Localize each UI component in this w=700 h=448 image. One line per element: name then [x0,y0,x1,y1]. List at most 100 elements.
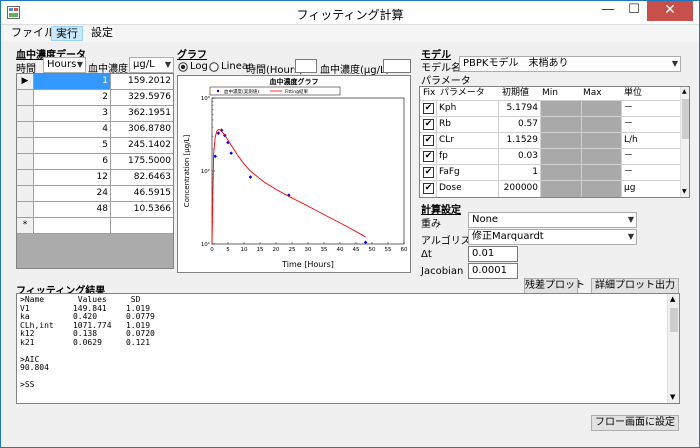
weight-select[interactable]: None ▼ [468,212,637,228]
conc-cell[interactable]: 46.5915 [111,186,173,202]
param-init-cell[interactable]: 200000 [499,181,541,197]
row-header[interactable]: * [17,218,34,234]
row-header[interactable] [17,154,34,170]
results-textarea[interactable]: >Name Values SD V1 149.841 1.019 ka 0.42… [16,293,680,404]
conc-cell[interactable]: 10.5366 [111,202,173,218]
close-button[interactable]: ✕ [647,1,693,21]
param-min-cell[interactable] [541,181,582,197]
conc-cell[interactable]: 159.2012 [111,74,173,90]
param-init-cell[interactable]: 1 [499,165,541,181]
conc-cell[interactable]: 175.5000 [111,154,173,170]
fix-checkbox[interactable]: ✔ [423,103,434,114]
param-max-cell[interactable] [582,165,622,181]
table-row[interactable]: 6 175.5000 [17,154,173,170]
param-row[interactable]: ✔ Kph 5.1794 － [420,100,680,117]
row-header[interactable] [17,106,34,122]
scroll-up-icon[interactable]: ▲ [670,295,675,303]
param-min-cell[interactable] [541,165,582,181]
row-header[interactable] [17,202,34,218]
fix-checkbox[interactable]: ✔ [423,135,434,146]
menu-run[interactable]: 実行 [51,26,83,41]
log-radio[interactable] [178,62,188,72]
conc-cell[interactable] [111,218,173,234]
row-header[interactable] [17,170,34,186]
time-unit-select[interactable]: Hours ▼ [43,57,86,73]
param-min-cell[interactable] [541,133,582,149]
fix-checkbox[interactable]: ✔ [423,183,434,194]
fix-cell[interactable]: ✔ [420,117,437,133]
param-max-cell[interactable] [582,181,622,197]
row-header[interactable] [17,122,34,138]
params-scroll-thumb[interactable] [682,99,689,139]
fix-cell[interactable]: ✔ [420,149,437,165]
results-scroll-thumb[interactable] [670,308,678,332]
table-row[interactable]: ▶ 1 159.2012 [17,74,173,90]
fix-checkbox[interactable]: ✔ [423,151,434,162]
time-cell[interactable]: 12 [34,170,111,186]
param-row[interactable]: ✔ CLr 1.1529 L/h [420,132,680,149]
row-header[interactable]: ▶ [17,74,34,90]
table-row[interactable]: 48 10.5366 [17,202,173,218]
conc-unit-select[interactable]: μg/L ▼ [129,57,174,73]
row-header[interactable] [17,90,34,106]
param-init-cell[interactable]: 1.1529 [499,133,541,149]
params-scrollbar[interactable]: ▲ ▼ [680,87,689,197]
params-grid[interactable]: Fix パラメータ 初期値 Min Max 単位 ✔ Kph 5.1794 － ✔ Rb 0… [419,86,690,198]
row-header[interactable] [17,186,34,202]
param-row[interactable]: ✔ Rb 0.57 － [420,116,680,133]
table-row[interactable]: 12 82.6463 [17,170,173,186]
jacobian-input[interactable]: 0.0001 [468,263,518,279]
table-row[interactable]: 4 306.8780 [17,122,173,138]
title-bar[interactable]: フィッティング計算 — ☐ ✕ [1,1,699,25]
conc-cell[interactable]: 245.1402 [111,138,173,154]
fix-cell[interactable]: ✔ [420,101,437,117]
time-cell[interactable]: 3 [34,106,111,122]
algo-select[interactable]: 修正Marquardt ▼ [468,229,637,245]
param-init-cell[interactable]: 0.57 [499,117,541,133]
time-cell[interactable]: 5 [34,138,111,154]
conc-cell[interactable]: 306.8780 [111,122,173,138]
time-cell[interactable]: 2 [34,90,111,106]
residual-plot-button[interactable]: 残差プロット [524,278,585,294]
table-row[interactable]: 2 329.5976 [17,90,173,106]
param-init-cell[interactable]: 5.1794 [499,101,541,117]
param-max-cell[interactable] [582,133,622,149]
param-max-cell[interactable] [582,117,622,133]
fix-cell[interactable]: ✔ [420,165,437,181]
time-cell[interactable]: 4 [34,122,111,138]
scroll-down-icon[interactable]: ▼ [670,393,675,401]
minimize-button[interactable]: — [595,1,621,21]
fix-cell[interactable]: ✔ [420,181,437,197]
param-min-cell[interactable] [541,117,582,133]
results-scrollbar[interactable]: ▲ ▼ [667,294,679,403]
dt-input[interactable]: 0.01 [468,246,518,262]
param-min-cell[interactable] [541,101,582,117]
row-header[interactable] [17,138,34,154]
param-max-cell[interactable] [582,101,622,117]
scroll-up-icon[interactable]: ▲ [682,88,687,95]
param-min-cell[interactable] [541,149,582,165]
data-grid[interactable]: ▶ 1 159.2012 2 329.5976 3 362.1951 4 306.8780 5 24… [16,73,174,269]
maximize-button[interactable]: ☐ [621,1,647,21]
time-cell[interactable]: 1 [34,74,111,90]
scroll-down-icon[interactable]: ▼ [682,188,687,195]
fix-cell[interactable]: ✔ [420,133,437,149]
linear-radio[interactable] [209,62,219,72]
conc-axis-input[interactable] [383,59,411,73]
detail-plot-button[interactable]: 詳細プロット出力 [591,278,679,294]
time-cell[interactable] [34,218,111,234]
flow-setting-button[interactable]: フロー画面に設定 [591,415,679,431]
new-row[interactable]: * [17,218,173,234]
time-axis-input[interactable] [295,59,317,73]
table-row[interactable]: 24 46.5915 [17,186,173,202]
param-init-cell[interactable]: 0.03 [499,149,541,165]
menu-settings[interactable]: 設定 [87,26,117,41]
fix-checkbox[interactable]: ✔ [423,167,434,178]
fix-checkbox[interactable]: ✔ [423,119,434,130]
time-cell[interactable]: 24 [34,186,111,202]
time-cell[interactable]: 48 [34,202,111,218]
conc-cell[interactable]: 362.1951 [111,106,173,122]
param-max-cell[interactable] [582,149,622,165]
param-row[interactable]: ✔ FaFg 1 － [420,164,680,181]
param-row[interactable]: ✔ Dose 200000 μg [420,180,680,197]
